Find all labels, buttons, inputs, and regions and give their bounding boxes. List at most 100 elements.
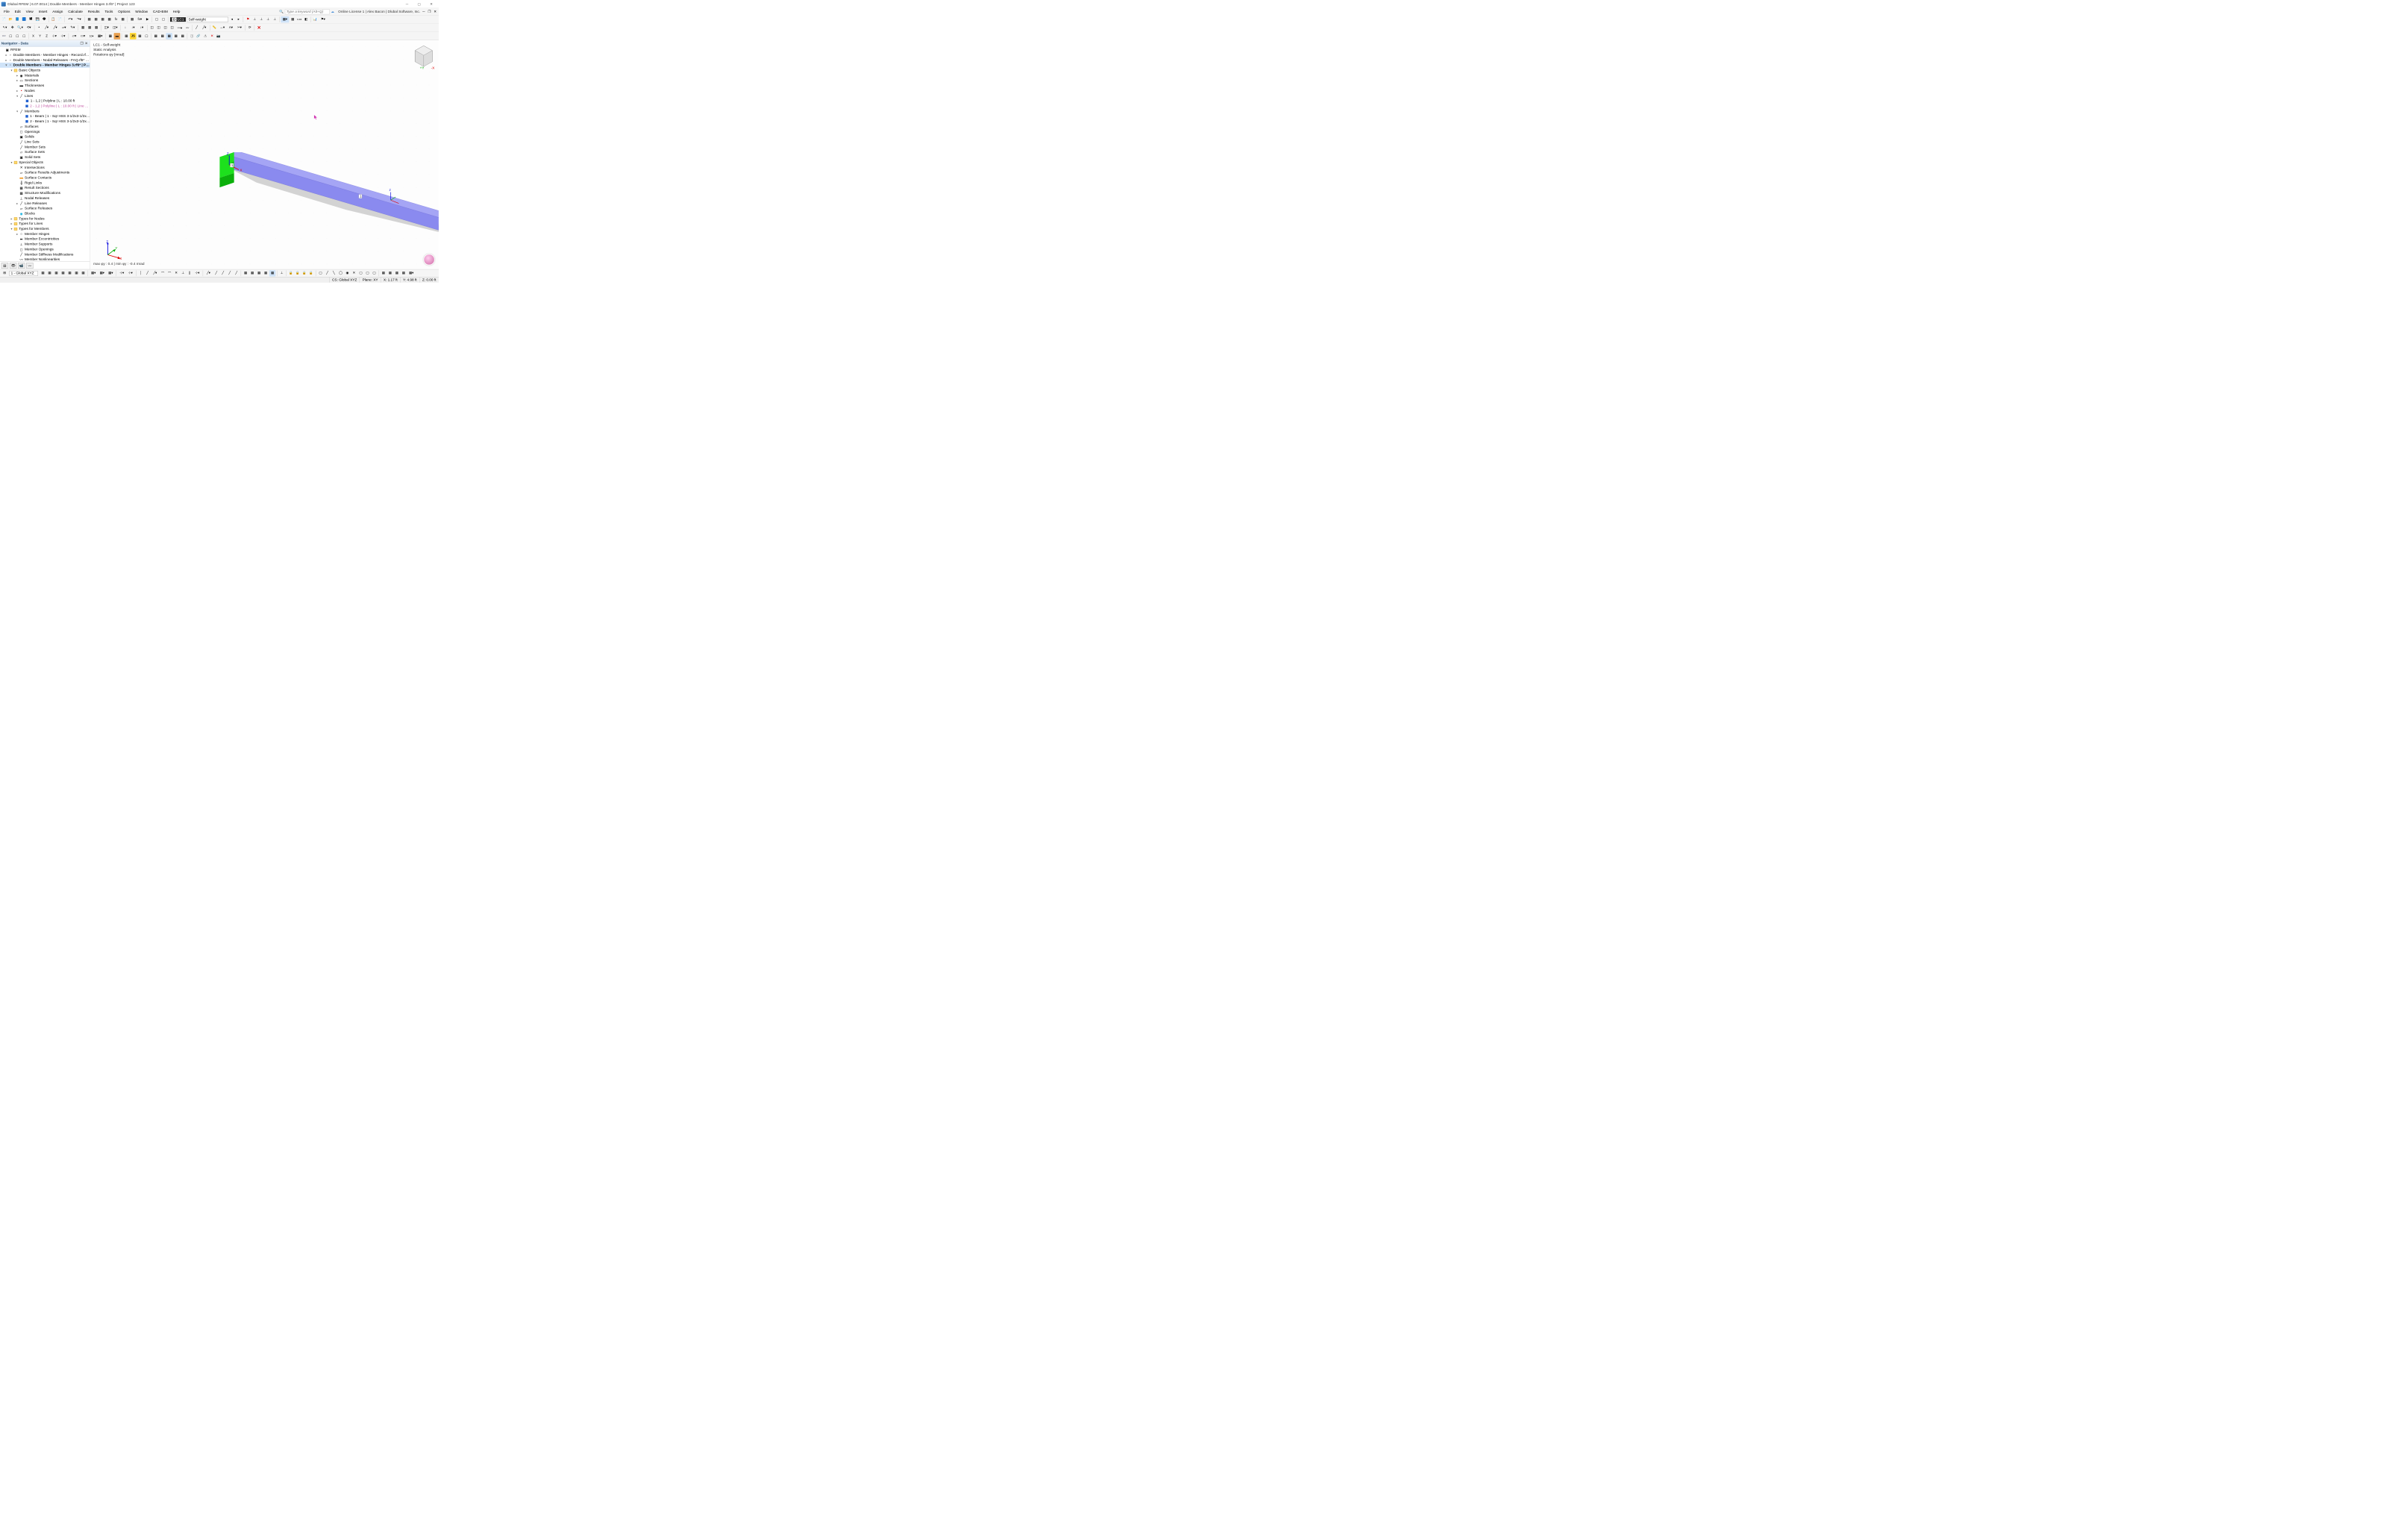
zoom-icon[interactable]: 🔍▾ [16,25,24,31]
tree-members[interactable]: ▾╱Members [0,109,90,114]
v4-icon[interactable]: ▦ [400,270,407,277]
tree-materials[interactable]: ▸◉Materials [0,73,90,78]
chart-icon[interactable]: 📊 [312,16,319,23]
tree-types-nodes[interactable]: ▸Types for Nodes [0,216,90,222]
assistant-avatar-icon[interactable] [423,254,434,265]
h9-icon[interactable]: ▢ [371,270,378,277]
nav-tab-data-icon[interactable]: ▤ [1,263,8,269]
axis-x-icon[interactable]: X [30,33,37,40]
b8-icon[interactable]: ▦▾ [90,270,98,277]
s6-icon[interactable]: ✕ [173,270,180,277]
tree-surface-contacts[interactable]: ▬Surface Contacts [0,175,90,181]
run-icon[interactable]: ▶ [144,16,151,23]
tree-project-2[interactable]: ▸▫Double Members - Nodal Releases - FAQ.… [0,57,90,63]
iso-icon[interactable]: ▱▾ [70,33,78,40]
nav-tab-views-icon[interactable]: 📹 [18,263,25,269]
scale-icon[interactable]: 10▾ [87,33,96,40]
wframe2-icon[interactable]: ▢ [160,16,167,23]
axis-z-icon[interactable]: Z [43,33,50,40]
s11-icon[interactable]: ╱ [213,270,219,277]
h8-icon[interactable]: ▢ [364,270,371,277]
s10-icon[interactable]: ╱▾ [204,270,213,277]
text-icon[interactable]: A▾ [227,25,235,31]
s9-icon[interactable]: ⊹▾ [193,270,201,277]
menu-insert[interactable]: Insert [36,9,50,14]
axis-y-icon[interactable]: Y [37,33,43,40]
del2-icon[interactable]: ✕ [209,33,216,40]
loadcase-indicator[interactable]: D LC1 [170,17,186,22]
menu-tools[interactable]: Tools [102,9,116,14]
c5-icon[interactable]: ▦ [179,33,186,40]
tree-member-2[interactable]: 2 - Beam | 1 - Sqr HSS 3-1/2x3-1/2x0.250… [0,119,90,124]
h6-icon[interactable]: ✕ [351,270,357,277]
block-icon[interactable]: 🟦 [21,16,28,23]
member-icon[interactable]: ╱▾ [51,25,60,31]
tree-types-members[interactable]: ▾Types for Members [0,226,90,231]
menu-help[interactable]: Help [170,9,183,14]
s13-icon[interactable]: ╱ [226,270,233,277]
menu-calculate[interactable]: Calculate [66,9,86,14]
table4-icon[interactable]: ▦ [106,16,113,23]
console-icon[interactable]: ▢ [143,33,150,40]
tree-rigid-links[interactable]: ╫Rigid Links [0,181,90,186]
grid2-icon[interactable]: ▦ [87,25,93,31]
tree-result-sections[interactable]: ▦Result Sections [0,186,90,191]
tree-member-sets[interactable]: ╱Member Sets [0,145,90,150]
child-minimize-button[interactable]: ─ [422,10,426,13]
tree-line-releases[interactable]: ▸╱Line Releases [0,201,90,206]
rotate-icon[interactable]: ⟲▾ [25,25,33,31]
menu-file[interactable]: File [1,9,12,14]
support2-icon[interactable]: ⊥ [258,16,265,23]
tree-member-hinges[interactable]: ▸○Member Hinges [0,231,90,237]
dim-icon[interactable]: ↔▾ [218,25,226,31]
glasses-icon[interactable]: 👓 [1,33,7,40]
info-icon[interactable]: ⓘ [189,33,196,40]
refresh-icon[interactable]: ⟳ [246,25,253,31]
tree-surface-sets[interactable]: ▱Surface Sets [0,150,90,155]
view2-icon[interactable]: ◫▾ [111,25,119,31]
s8-icon[interactable]: ∥ [187,270,193,277]
cut2-icon[interactable]: ◫ [155,25,162,31]
h3-icon[interactable]: ╲ [331,270,337,277]
tree-line-sets[interactable]: ╱Line Sets [0,140,90,145]
scale2-icon[interactable]: ▦▾ [96,33,104,40]
cloud-open-icon[interactable]: 📘 [14,16,21,23]
calculate-icon[interactable]: ▦ [129,16,136,23]
undo-icon[interactable]: ↶▾ [66,16,75,23]
warn-icon[interactable]: ⚠ [202,33,209,40]
h7-icon[interactable]: ▢ [357,270,364,277]
surface-icon[interactable]: ▱▾ [60,25,68,31]
camera-icon[interactable]: 📷 [216,33,222,40]
measure-icon[interactable]: 📏 [211,25,218,31]
h4-icon[interactable]: ◯ [337,270,344,277]
tree-nodal-releases[interactable]: ⊥Nodal Releases [0,195,90,201]
tree-sections[interactable]: ▸▭Sections [0,78,90,84]
delete-icon[interactable]: ✕ [256,25,263,31]
cut4-icon[interactable]: ◫ [169,25,175,31]
child-close-button[interactable]: ✕ [433,10,437,14]
tree-types-lines[interactable]: ▸Types for Lines [0,222,90,227]
b7-icon[interactable]: ▦ [80,270,87,277]
minimize-button[interactable]: ─ [401,0,413,8]
lc-next-icon[interactable]: ▸ [235,16,242,23]
line-icon[interactable]: ╱▾ [43,25,51,31]
flag2-icon[interactable]: ⚑▾ [319,16,327,23]
table3-icon[interactable]: ▦ [99,16,106,23]
support1-icon[interactable]: ⊥ [251,16,258,23]
tree-lines[interactable]: ▾╱Lines [0,93,90,98]
s14-icon[interactable]: ╱ [233,270,240,277]
report-icon[interactable]: 📋 [50,16,57,23]
formula-icon[interactable]: fx [113,16,119,23]
cut1-icon[interactable]: ◫ [149,25,155,31]
g1-icon[interactable]: ▦ [243,270,249,277]
s2-icon[interactable]: ╱ [144,270,151,277]
tree-intersections[interactable]: ✕Intersections [0,165,90,170]
redo-icon[interactable]: ↷▾ [75,16,83,23]
tree-member-ecc[interactable]: ⬌Member Eccentricities [0,237,90,242]
tree-surface-releases[interactable]: ▱Surface Releases [0,206,90,211]
flat-icon[interactable]: ▭▾ [78,33,87,40]
save-icon[interactable]: 💾 [34,16,41,23]
child-restore-button[interactable]: ❐ [427,10,431,14]
b6-icon[interactable]: ▦ [73,270,80,277]
b3-icon[interactable]: ▦ [53,270,60,277]
